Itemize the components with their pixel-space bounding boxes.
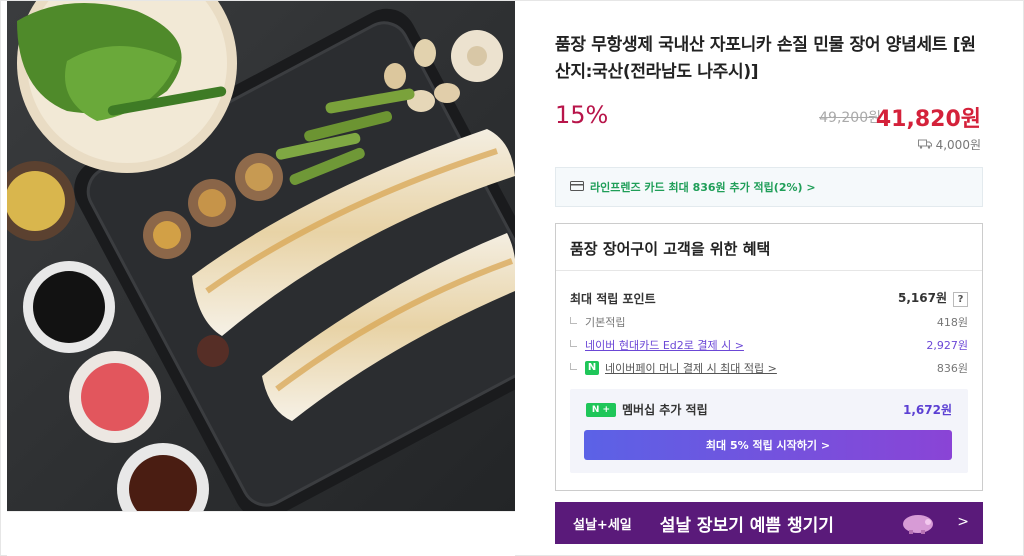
banner-tag: 설날+세일: [573, 517, 632, 533]
hyundai-card-link[interactable]: 네이버 현대카드 Ed2로 결제 시 >: [585, 337, 744, 353]
max-points-value: 5,167원: [898, 291, 947, 305]
chevron-right-icon: >: [957, 514, 969, 530]
page: 품장 무항생제 국내산 자포니카 손질 민물 장어 양념세트 [원산지:국산(전…: [0, 0, 1024, 556]
piggy-icon: [901, 512, 935, 538]
banner-text: 설날 장보기 예쁨 챙기기: [659, 515, 834, 536]
base-points-row: 기본적립 418원: [570, 314, 968, 330]
card-promo[interactable]: 라인프렌즈 카드 최대 836원 추가 적립(2%) >: [555, 167, 983, 207]
max-points-label: 최대 적립 포인트: [570, 291, 656, 306]
npay-icon: N: [585, 361, 599, 375]
product-title: 품장 무항생제 국내산 자포니카 손질 민물 장어 양념세트 [원산지:국산(전…: [555, 35, 976, 82]
sale-price: 41,820원: [875, 107, 981, 132]
product-image[interactable]: [7, 1, 515, 511]
hyundai-card-row: 네이버 현대카드 Ed2로 결제 시 > 2,927원: [570, 337, 968, 353]
shipping-fee-value: 4,000원: [935, 138, 981, 152]
npay-link[interactable]: 네이버페이 머니 결제 시 최대 적립 >: [605, 360, 777, 376]
card-promo-text: 라인프렌즈 카드 최대 836원 추가 적립(2%) >: [590, 181, 816, 194]
base-points-label: 기본적립: [570, 314, 625, 330]
naver-plus-icon: N +: [586, 402, 616, 417]
hyundai-card-value: 2,927원: [926, 339, 968, 352]
benefit-box: 품장 장어구이 고객을 위한 혜택 최대 적립 포인트 5,167원? 기본적립…: [555, 223, 983, 491]
help-button[interactable]: ?: [953, 292, 968, 307]
membership-box: N + 멤버십 추가 적립 1,672원 최대 5% 적립 시작하기 >: [570, 389, 968, 473]
card-icon: [570, 180, 584, 194]
start-membership-button[interactable]: 최대 5% 적립 시작하기 >: [584, 430, 952, 460]
truck-icon: [917, 138, 932, 152]
discount-rate: 15%: [555, 101, 609, 129]
membership-value: 1,672원: [903, 403, 952, 417]
membership-label: 멤버십 추가 적립: [622, 403, 708, 417]
benefit-heading: 품장 장어구이 고객을 위한 혜택: [556, 224, 982, 271]
base-points-value: 418원: [936, 316, 968, 329]
npay-row: N 네이버페이 머니 결제 시 최대 적립 > 836원: [570, 360, 968, 376]
seollal-sale-banner[interactable]: 설날+세일 설날 장보기 예쁨 챙기기 >: [555, 502, 983, 544]
max-points-row: 최대 적립 포인트 5,167원?: [570, 289, 968, 307]
original-price: 49,200원: [819, 110, 881, 126]
npay-value: 836원: [936, 362, 968, 375]
image-footer: [7, 511, 515, 556]
product-info: 품장 무항생제 국내산 자포니카 손질 민물 장어 양념세트 [원산지:국산(전…: [555, 1, 983, 556]
shipping-fee: 4,000원: [917, 136, 981, 153]
